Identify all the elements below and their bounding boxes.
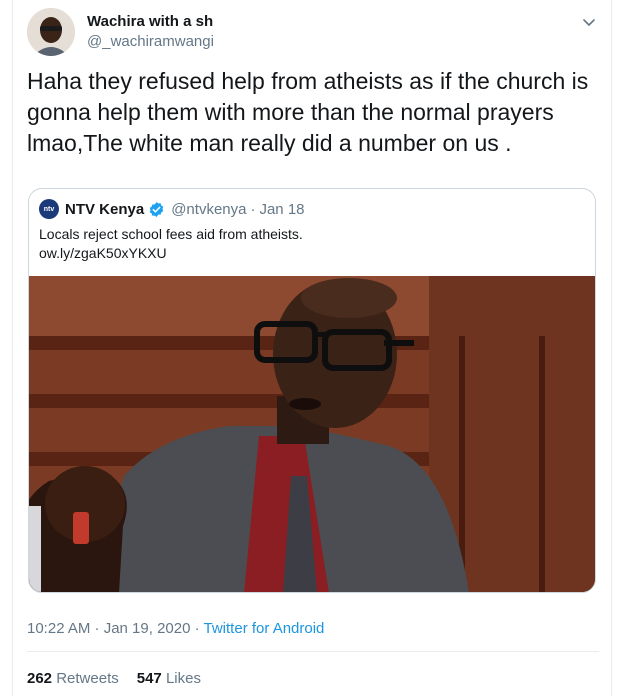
verified-badge-icon <box>148 201 165 218</box>
likes-label: Likes <box>165 670 201 687</box>
author-handle[interactable]: @_wachiramwangi <box>87 32 214 52</box>
quoted-tweet-link[interactable]: ow.ly/zgaK50xYKXU <box>39 244 303 263</box>
likes-count: 547 <box>136 670 162 687</box>
separator-dot: · <box>250 200 256 218</box>
retweets-count: 262 <box>27 670 53 687</box>
quoted-author-handle: @ntvkenya <box>171 200 247 218</box>
tweet-text: Haha they refused help from atheists as … <box>27 68 589 156</box>
retweets-stat[interactable]: 262 Retweets <box>27 670 119 687</box>
quoted-tweet-line: Locals reject school fees aid from athei… <box>39 226 303 242</box>
tweet-stats: 262 Retweets 547 Likes <box>27 670 201 687</box>
quoted-tweet-photo[interactable] <box>29 276 595 592</box>
likes-stat[interactable]: 547 Likes <box>137 670 201 687</box>
author-avatar[interactable] <box>27 8 75 56</box>
quoted-author-name: NTV Kenya <box>65 200 145 218</box>
quoted-tweet[interactable]: ntv NTV Kenya @ntvkenya · Jan 18 Locals … <box>28 188 596 593</box>
retweets-label: Retweets <box>56 670 119 687</box>
ntv-logo: ntv <box>39 199 59 219</box>
tweet-source-link[interactable]: Twitter for Android <box>204 620 325 637</box>
quoted-tweet-date: Jan 18 <box>259 200 305 218</box>
author-names: Wachira with a sh @_wachiramwangi <box>87 12 214 52</box>
tweet-meta: 10:22 AM · Jan 19, 2020 · Twitter for An… <box>27 620 324 637</box>
divider <box>27 651 599 652</box>
author-display-name[interactable]: Wachira with a sh <box>87 12 214 32</box>
chevron-down-icon[interactable] <box>579 12 599 32</box>
quoted-tweet-header: ntv NTV Kenya @ntvkenya · Jan 18 <box>39 199 305 219</box>
tweet-header: Wachira with a sh @_wachiramwangi <box>27 8 599 58</box>
tweet-timestamp[interactable]: 10:22 AM · Jan 19, 2020 · <box>27 620 204 637</box>
tweet-card: Wachira with a sh @_wachiramwangi Haha t… <box>12 0 612 696</box>
quoted-tweet-text: Locals reject school fees aid from athei… <box>39 225 303 263</box>
